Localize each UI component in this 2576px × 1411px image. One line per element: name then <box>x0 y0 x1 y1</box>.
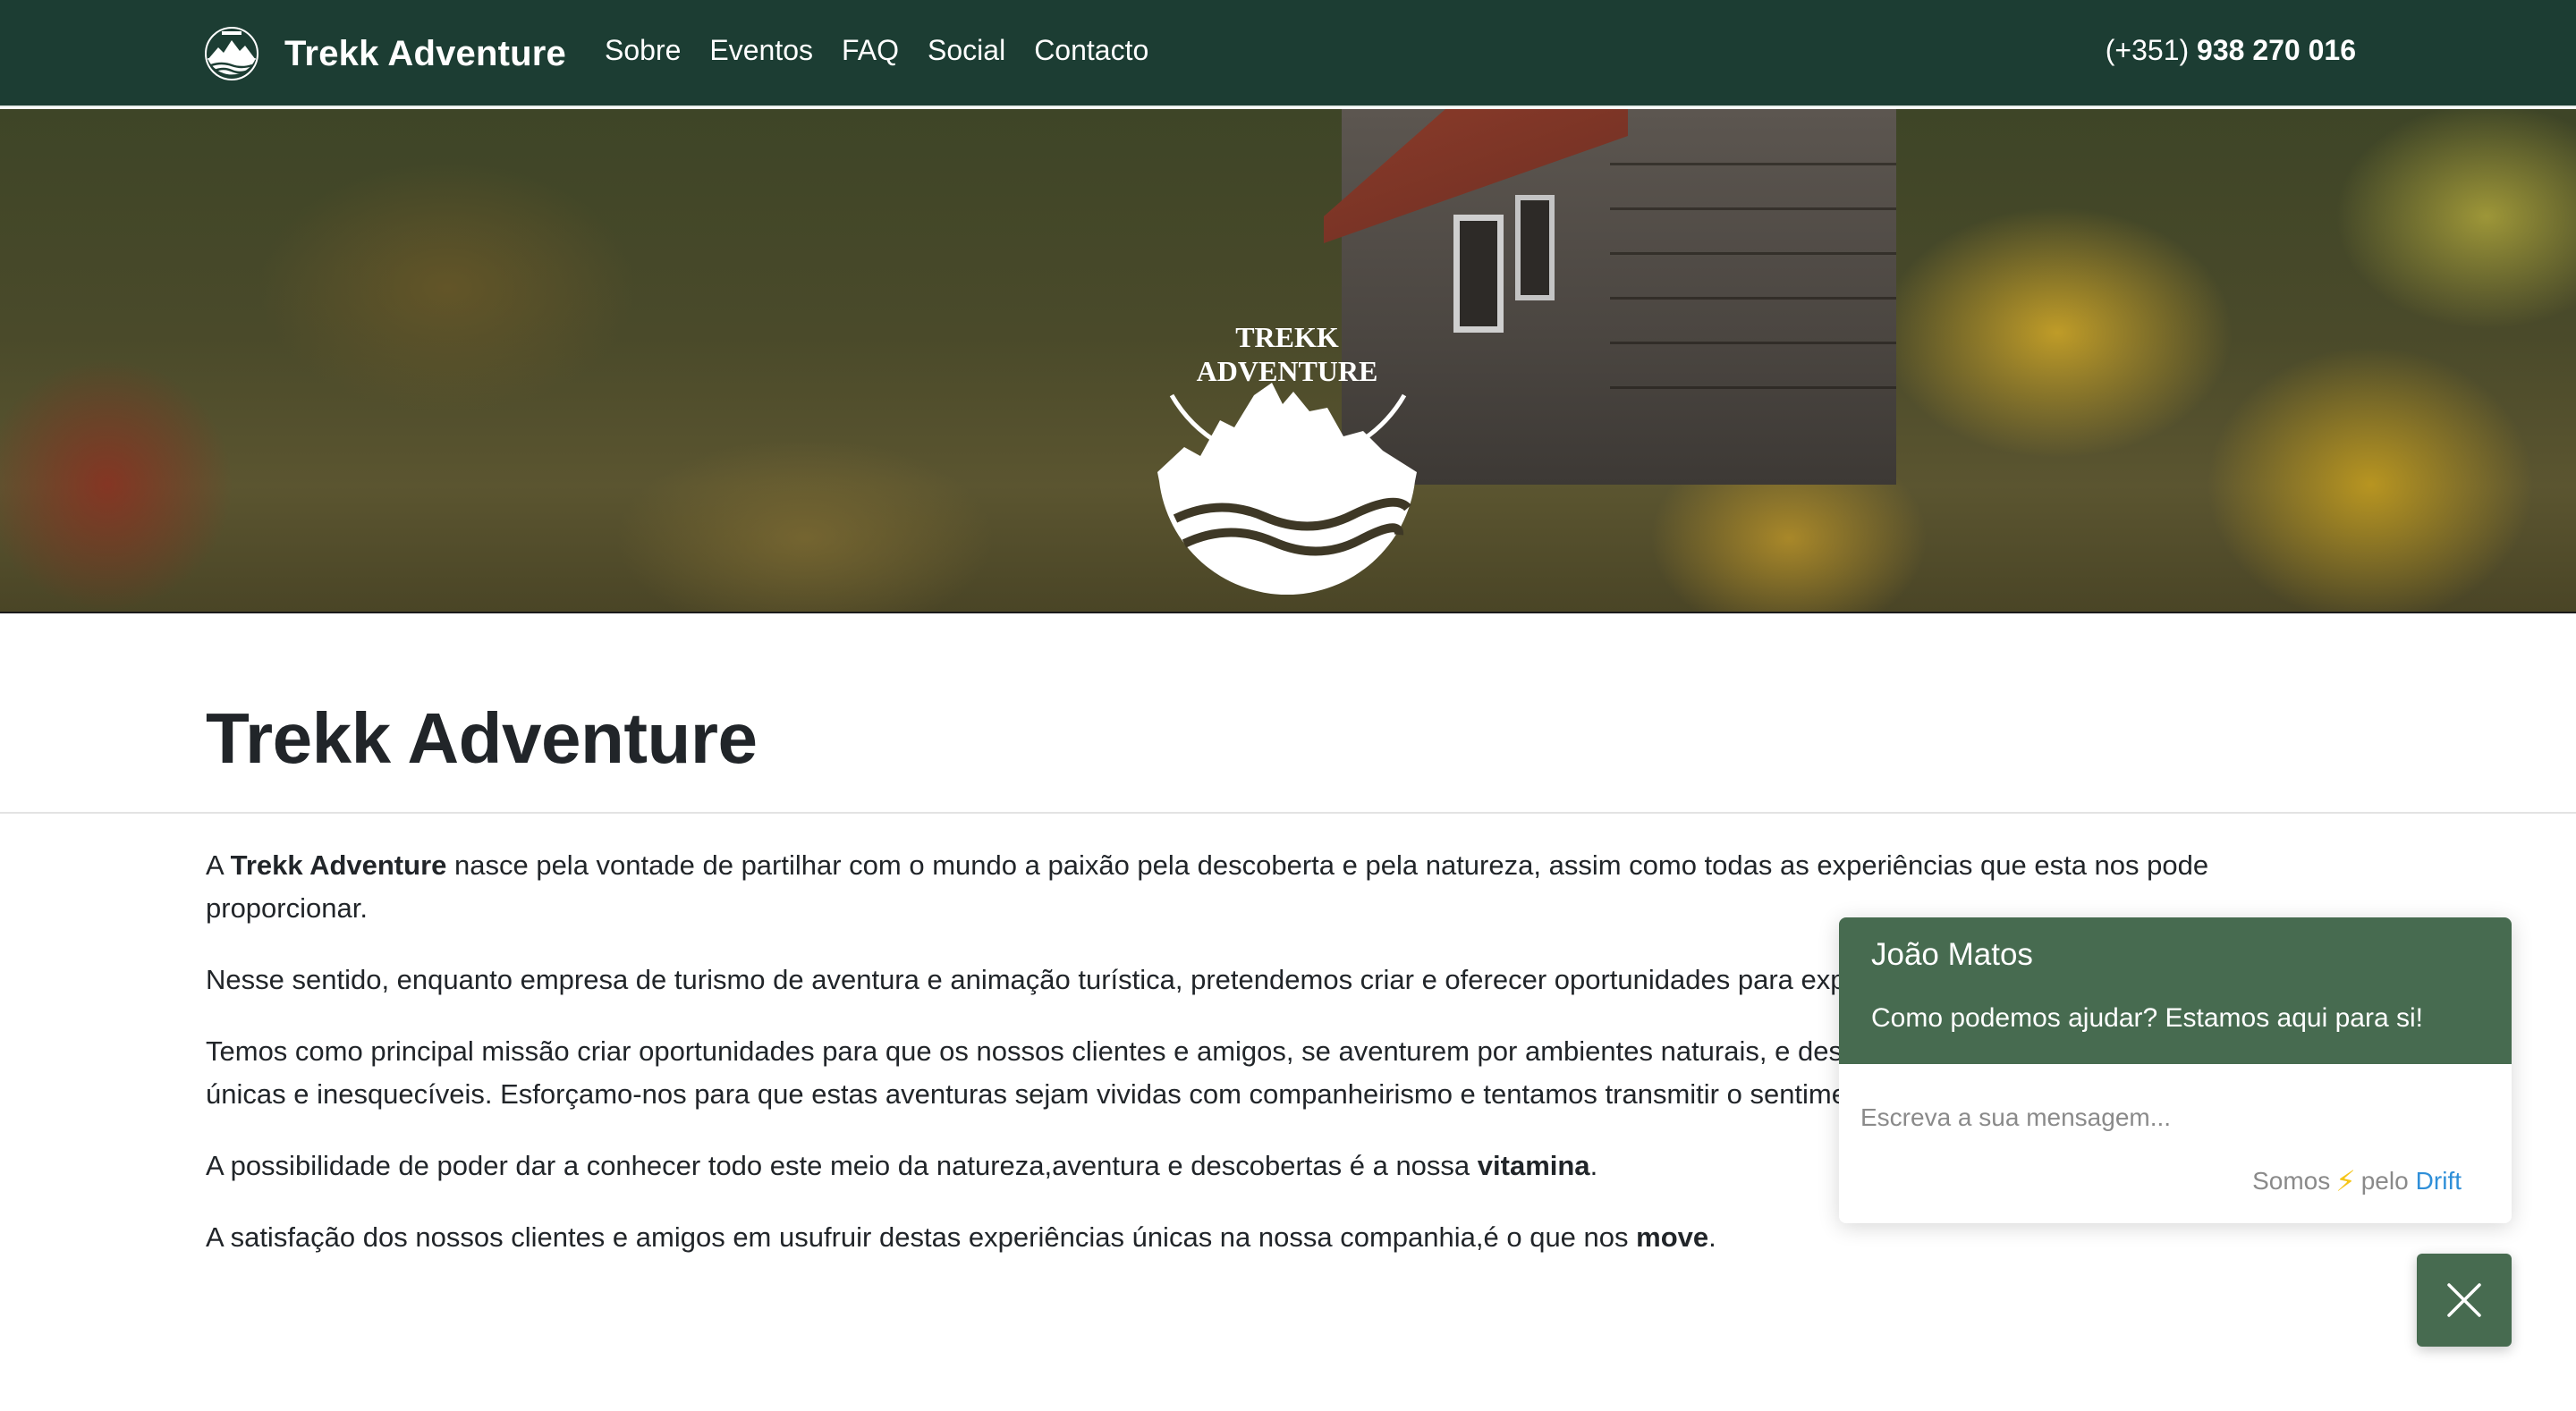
chat-widget: João Matos Como podemos ajudar? Estamos … <box>1839 917 2512 1223</box>
chat-powered-by: Somos ⚡ pelo Drift <box>2252 1164 2462 1198</box>
hero-banner: TREKK ADVENTURE <box>0 109 2576 613</box>
brand-name: Trekk Adventure <box>284 33 566 73</box>
cabin-plank <box>1610 297 1896 300</box>
chat-close-button[interactable] <box>2417 1254 2512 1347</box>
nav-links: Sobre Eventos FAQ Social Contacto <box>605 34 1177 67</box>
page-title: Trekk Adventure <box>206 698 758 778</box>
cabin-plank <box>1610 386 1896 389</box>
mountain-logo-icon <box>205 27 258 80</box>
hero-logo-line2: ADVENTURE <box>1197 355 1378 387</box>
hero-logo-line1: TREKK <box>1235 321 1339 353</box>
close-icon <box>2447 1283 2481 1317</box>
navbar: Trekk Adventure Sobre Eventos FAQ Social… <box>0 0 2576 107</box>
phone-number[interactable]: (+351) 938 270 016 <box>2106 34 2356 67</box>
nav-link-eventos[interactable]: Eventos <box>709 34 813 67</box>
chat-message-input[interactable] <box>1860 1103 2469 1132</box>
nav-link-contacto[interactable]: Contacto <box>1034 34 1148 67</box>
chat-footer-text: pelo <box>2360 1167 2409 1195</box>
cabin-window <box>1515 195 1555 300</box>
lightning-bolt-icon: ⚡ <box>2335 1165 2356 1197</box>
cabin-plank <box>1610 342 1896 344</box>
divider <box>0 812 2576 814</box>
chat-agent-name: João Matos <box>1871 937 2033 972</box>
chat-footer-text: Somos <box>2252 1167 2331 1195</box>
cabin-plank <box>1610 252 1896 255</box>
phone-prefix: (+351) <box>2105 34 2190 66</box>
nav-link-faq[interactable]: FAQ <box>842 34 899 67</box>
drift-link[interactable]: Drift <box>2416 1167 2462 1196</box>
cabin-plank <box>1610 207 1896 210</box>
nav-link-sobre[interactable]: Sobre <box>605 34 681 67</box>
mountain-waves-icon: TREKK ADVENTURE <box>1157 321 1417 596</box>
chat-welcome-message: Como podemos ajudar? Estamos aqui para s… <box>1871 1003 2423 1033</box>
chat-header: João Matos Como podemos ajudar? Estamos … <box>1839 917 2512 1064</box>
cabin-plank <box>1610 163 1896 165</box>
cabin-window <box>1453 215 1504 333</box>
phone-digits: 938 270 016 <box>2197 34 2356 66</box>
brand[interactable]: Trekk Adventure <box>204 20 566 88</box>
nav-link-social[interactable]: Social <box>928 34 1005 67</box>
